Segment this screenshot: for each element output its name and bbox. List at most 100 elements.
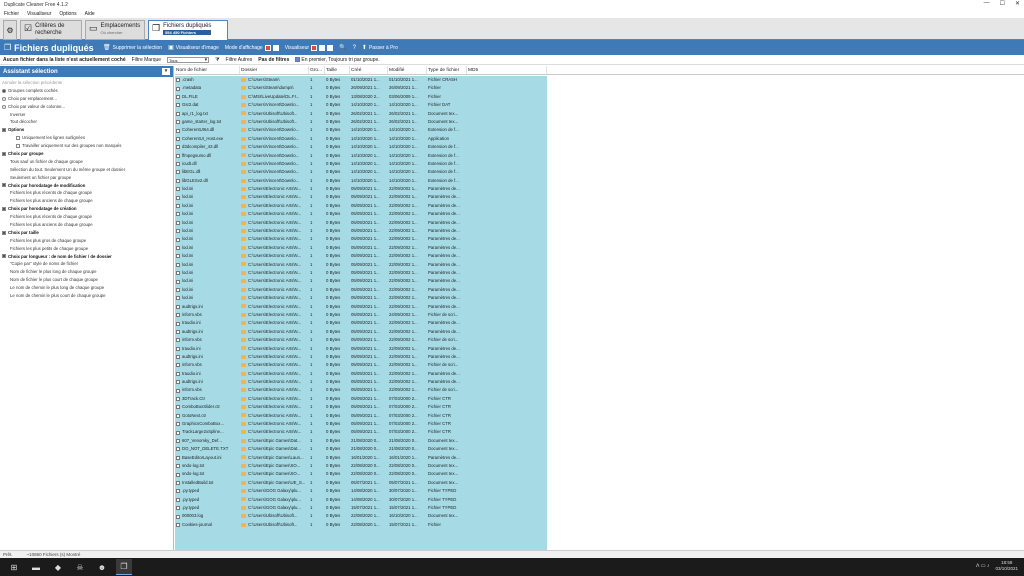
table-row[interactable]: lod.ini C:\Users\Electronic Arts\N... 1 0 B… xyxy=(175,202,547,210)
table-row[interactable]: inform.vbs C:\Users\Electronic Arts\N... 1… xyxy=(175,311,547,319)
ghost-icon[interactable]: ☻ xyxy=(94,559,110,575)
row-checkbox[interactable] xyxy=(176,371,180,376)
menu-visualiseur[interactable]: Visualiseur xyxy=(27,11,51,17)
table-row[interactable]: audtrigs.ini C:\Users\Electronic Arts\N..… xyxy=(175,353,547,361)
table-row[interactable]: sndo-log.txt C:\Users\Epic Games\SO... 1 0 … xyxy=(175,462,547,470)
assistant-item[interactable]: Choix par emplacement... xyxy=(2,95,171,103)
row-checkbox[interactable] xyxy=(176,304,180,309)
table-row[interactable]: GotoNext.ctr C:\Users\Electronic Arts\N..… xyxy=(175,412,547,420)
table-row[interactable]: audtrigs.ini C:\Users\Electronic Arts\N..… xyxy=(175,378,547,386)
tab-criteres[interactable]: ☑ Critères de rechercheQuoi chercher xyxy=(20,20,82,42)
menu-fichier[interactable]: Fichier xyxy=(4,11,19,17)
table-row[interactable]: lod.ini C:\Users\Electronic Arts\N... 1 0 B… xyxy=(175,269,547,277)
row-checkbox[interactable] xyxy=(176,204,180,209)
table-row[interactable]: inform.vbs C:\Users\Electronic Arts\N... 1… xyxy=(175,361,547,369)
row-checkbox[interactable] xyxy=(176,195,180,200)
assistant-item[interactable]: Tout décocher xyxy=(2,118,171,126)
row-checkbox[interactable] xyxy=(176,346,180,351)
table-row[interactable]: sndo-log.txt C:\Users\Epic Games\SO... 1 0 … xyxy=(175,470,547,478)
table-row[interactable]: lod.ini C:\Users\Electronic Arts\N... 1 0 B… xyxy=(175,193,547,201)
row-checkbox[interactable] xyxy=(176,128,180,133)
row-checkbox[interactable] xyxy=(176,489,180,494)
collapse-arrow-icon[interactable]: ▾ xyxy=(162,68,170,75)
folder-icon[interactable]: ▬ xyxy=(28,559,44,575)
table-row[interactable]: ComboBoxSlider.ctr C:\Users\Electronic Ar… xyxy=(175,403,547,411)
row-checkbox[interactable] xyxy=(176,120,180,125)
row-checkbox[interactable] xyxy=(176,506,180,511)
assistant-item[interactable]: Fichiers les plus récents de chaque grou… xyxy=(2,213,171,221)
table-row[interactable]: inform.vbs C:\Users\Electronic Arts\N... 1… xyxy=(175,386,547,394)
col-md5[interactable]: MD5 xyxy=(467,66,547,74)
radio-button[interactable] xyxy=(2,88,6,93)
table-row[interactable]: GraphicsComboBox... C:\Users\Electronic A… xyxy=(175,420,547,428)
section-collapse-icon[interactable] xyxy=(2,254,6,259)
table-row[interactable]: InstalledBuild.txt C:\Users\Epic Games\UE… xyxy=(175,479,547,487)
row-checkbox[interactable] xyxy=(176,455,180,460)
row-checkbox[interactable] xyxy=(176,94,180,99)
other-filters-button[interactable]: Filtre Autres xyxy=(226,57,253,63)
row-checkbox[interactable] xyxy=(176,447,180,452)
col-created[interactable]: Créé xyxy=(350,66,388,74)
col-filename[interactable]: Nom de fichier xyxy=(175,66,240,74)
table-row[interactable]: traudio.ini C:\Users\Electronic Arts\N...… xyxy=(175,319,547,327)
row-checkbox[interactable] xyxy=(176,170,180,175)
assistant-item[interactable]: "Copie par" style de noms de fichier xyxy=(2,260,171,268)
row-checkbox[interactable] xyxy=(176,103,180,108)
table-row[interactable]: DL.FILE C:\MSI\LiveUpdate\DL.FI... 1 0 Byte… xyxy=(175,93,547,101)
table-row[interactable]: lod.ini C:\Users\Electronic Arts\N... 1 0 B… xyxy=(175,294,547,302)
row-checkbox[interactable] xyxy=(176,497,180,502)
assistant-item[interactable]: Nom de fichier le plus court de chaque g… xyxy=(2,276,171,284)
row-checkbox[interactable] xyxy=(176,220,180,225)
viewer-toggle-3[interactable] xyxy=(327,44,334,51)
viewer-toggle-2[interactable] xyxy=(319,44,326,51)
row-checkbox[interactable] xyxy=(176,287,180,292)
row-checkbox[interactable] xyxy=(176,464,180,469)
table-row[interactable]: 000003.log C:\Users\Ubisoft\Ubisoft... 1 0 … xyxy=(175,512,547,520)
row-checkbox[interactable] xyxy=(176,514,180,519)
assistant-item[interactable]: Choix par valeur de colonne... xyxy=(2,103,171,111)
table-row[interactable]: api_r1_log.txt C:\Users\Ubisoft\Ubisoft..… xyxy=(175,110,547,118)
col-size[interactable]: Taille xyxy=(325,66,350,74)
tab-home[interactable]: ⚙ xyxy=(3,20,17,40)
table-row[interactable]: TrackLarge2xSpline... C:\Users\Electronic… xyxy=(175,428,547,436)
row-checkbox[interactable] xyxy=(176,237,180,242)
table-row[interactable]: lod.ini C:\Users\Electronic Arts\N... 1 0 B… xyxy=(175,261,547,269)
menu-options[interactable]: Options xyxy=(59,11,76,17)
table-row[interactable]: traudio.ini C:\Users\Electronic Arts\N...… xyxy=(175,370,547,378)
row-checkbox[interactable] xyxy=(176,380,180,385)
row-checkbox[interactable] xyxy=(176,254,180,259)
row-checkbox[interactable] xyxy=(176,296,180,301)
col-modified[interactable]: Modifié xyxy=(388,66,427,74)
brave-icon[interactable]: ◆ xyxy=(50,559,66,575)
radio-button[interactable] xyxy=(2,96,6,101)
row-checkbox[interactable] xyxy=(176,522,180,527)
row-checkbox[interactable] xyxy=(176,279,180,284)
assistant-item[interactable]: Le nom de chemin le plus long de chaque … xyxy=(2,284,171,292)
table-row[interactable]: libGLESv2.dll C:\Users\Vincent\Downlo... 1… xyxy=(175,177,547,185)
table-row[interactable]: lod.ini C:\Users\Electronic Arts\N... 1 0 B… xyxy=(175,277,547,285)
checkbox[interactable] xyxy=(16,136,20,141)
table-row[interactable]: icudt.dll C:\Users\Vincent\Downlo... 1 0 By… xyxy=(175,160,547,168)
row-checkbox[interactable] xyxy=(176,355,180,360)
section-collapse-icon[interactable] xyxy=(2,207,6,212)
checkbox[interactable] xyxy=(16,143,20,148)
row-checkbox[interactable] xyxy=(176,430,180,435)
assistant-item[interactable]: Fichiers les plus gros de chaque groupe xyxy=(2,237,171,245)
table-row[interactable]: audtrigs.ini C:\Users\Electronic Arts\N..… xyxy=(175,328,547,336)
delete-selection-button[interactable]: 🗑 Supprimer la sélection xyxy=(103,44,162,52)
assistant-item[interactable]: Travailler uniquement sur des groupes no… xyxy=(2,142,171,150)
tray-icons[interactable]: ᐱ ▭ ♪ xyxy=(976,563,989,569)
row-checkbox[interactable] xyxy=(176,413,180,418)
table-row[interactable]: CoherentUI64.dll C:\Users\Vincent\Downlo.… xyxy=(175,126,547,134)
clock[interactable]: 18:58 03/10/2021 xyxy=(995,560,1018,572)
row-checkbox[interactable] xyxy=(176,329,180,334)
row-checkbox[interactable] xyxy=(176,212,180,217)
col-folder[interactable]: Dossier xyxy=(240,66,309,74)
row-checkbox[interactable] xyxy=(176,405,180,410)
tab-emplacements[interactable]: ▭ Emplacements Où chercher xyxy=(85,20,145,40)
close-button[interactable]: ✕ xyxy=(1015,0,1020,7)
table-row[interactable]: 3DTrack.Ctr C:\Users\Electronic Arts\N...… xyxy=(175,395,547,403)
table-row[interactable]: inform.vbs C:\Users\Electronic Arts\N... 1… xyxy=(175,336,547,344)
table-row[interactable]: lod.ini C:\Users\Electronic Arts\N... 1 0 B… xyxy=(175,235,547,243)
table-row[interactable]: lod.ini C:\Users\Electronic Arts\N... 1 0 B… xyxy=(175,219,547,227)
